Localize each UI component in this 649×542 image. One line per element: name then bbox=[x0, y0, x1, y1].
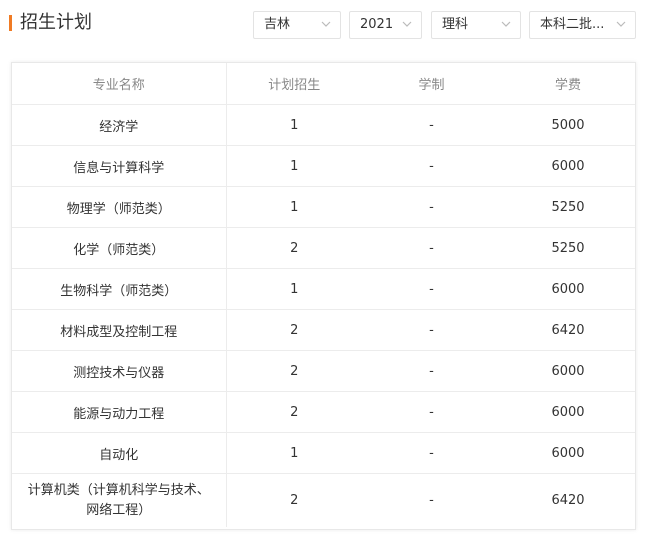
cell-duration: - bbox=[362, 227, 501, 269]
cell-plan: 2 bbox=[226, 350, 362, 392]
table-row: 物理学（师范类） 1 - 5250 bbox=[12, 186, 635, 228]
table-row: 经济学 1 - 5000 bbox=[12, 104, 635, 146]
cell-major: 物理学（师范类） bbox=[12, 186, 227, 228]
cell-plan: 1 bbox=[226, 432, 362, 474]
cell-duration: - bbox=[362, 145, 501, 187]
batch-select-value: 本科二批... bbox=[540, 17, 605, 32]
cell-plan: 1 bbox=[226, 145, 362, 187]
cell-major: 生物科学（师范类） bbox=[12, 268, 227, 310]
chevron-down-icon bbox=[402, 21, 412, 27]
cell-plan: 2 bbox=[226, 309, 362, 351]
chevron-down-icon bbox=[501, 21, 511, 27]
subject-select-value: 理科 bbox=[442, 17, 469, 32]
batch-select[interactable]: 本科二批... bbox=[529, 11, 636, 39]
province-select-value: 吉林 bbox=[264, 17, 291, 32]
cell-major: 自动化 bbox=[12, 432, 227, 474]
column-header-duration: 学制 bbox=[362, 63, 501, 105]
cell-fee: 6000 bbox=[501, 432, 635, 474]
year-select[interactable]: 2021 bbox=[349, 11, 422, 39]
cell-fee: 6000 bbox=[501, 268, 635, 310]
cell-major: 信息与计算科学 bbox=[12, 145, 227, 187]
cell-fee: 6420 bbox=[551, 492, 585, 508]
cell-duration: - bbox=[362, 309, 501, 351]
cell-duration: - bbox=[362, 432, 501, 474]
cell-major: 材料成型及控制工程 bbox=[12, 309, 227, 351]
chevron-down-icon bbox=[616, 21, 626, 27]
cell-duration: - bbox=[362, 186, 501, 228]
section-header: 招生计划 吉林 2021 理科 本科二批... bbox=[0, 0, 649, 50]
cell-plan: 1 bbox=[226, 186, 362, 228]
year-select-value: 2021 bbox=[360, 17, 394, 32]
cell-plan: 2 bbox=[226, 391, 362, 433]
enrollment-plan-table-card: 专业名称 计划招生 学制 学费 经济学 1 - 5000 信息与计算科学 1 -… bbox=[11, 62, 636, 530]
page-title: 招生计划 bbox=[20, 12, 92, 33]
cell-fee: 5250 bbox=[501, 227, 635, 269]
cell-major: 测控技术与仪器 bbox=[12, 350, 227, 392]
table-row: 自动化 1 - 6000 bbox=[12, 432, 635, 474]
cell-fee: 6420 bbox=[501, 309, 635, 351]
cell-duration: - bbox=[429, 492, 434, 508]
enrollment-plan-table: 专业名称 计划招生 学制 学费 经济学 1 - 5000 信息与计算科学 1 -… bbox=[12, 63, 635, 527]
cell-plan: 1 bbox=[226, 104, 362, 146]
table-row: 能源与动力工程 2 - 6000 bbox=[12, 391, 635, 433]
chevron-down-icon bbox=[321, 21, 331, 27]
province-select[interactable]: 吉林 bbox=[253, 11, 341, 39]
cell-plan: 2 bbox=[226, 227, 362, 269]
cell-major: 经济学 bbox=[12, 104, 227, 146]
cell-fee: 6000 bbox=[501, 350, 635, 392]
column-header-plan: 计划招生 bbox=[226, 63, 362, 105]
title-accent-bar bbox=[9, 15, 12, 31]
cell-plan: 2 bbox=[290, 492, 299, 508]
subject-select[interactable]: 理科 bbox=[431, 11, 521, 39]
cell-duration: - bbox=[362, 391, 501, 433]
cell-fee: 5250 bbox=[501, 186, 635, 228]
table-row: 信息与计算科学 1 - 6000 bbox=[12, 145, 635, 187]
cell-major: 化学（师范类） bbox=[12, 227, 227, 269]
cell-major: 能源与动力工程 bbox=[12, 391, 227, 433]
cell-duration: - bbox=[362, 104, 501, 146]
cell-duration: - bbox=[362, 268, 501, 310]
table-row: 计算机类（计算机科学与技术、网络工程） 2 - 6420 bbox=[12, 473, 635, 527]
cell-fee: 6000 bbox=[501, 145, 635, 187]
cell-major: 计算机类（计算机科学与技术、网络工程） bbox=[12, 473, 227, 527]
cell-plan: 1 bbox=[226, 268, 362, 310]
table-row: 材料成型及控制工程 2 - 6420 bbox=[12, 309, 635, 351]
column-header-major: 专业名称 bbox=[12, 63, 227, 105]
cell-fee: 6000 bbox=[501, 391, 635, 433]
cell-fee: 5000 bbox=[501, 104, 635, 146]
column-header-fee: 学费 bbox=[501, 63, 635, 105]
table-row: 化学（师范类） 2 - 5250 bbox=[12, 227, 635, 269]
table-header-row: 专业名称 计划招生 学制 学费 bbox=[12, 63, 635, 105]
table-row: 生物科学（师范类） 1 - 6000 bbox=[12, 268, 635, 310]
table-row: 测控技术与仪器 2 - 6000 bbox=[12, 350, 635, 392]
cell-duration: - bbox=[362, 350, 501, 392]
